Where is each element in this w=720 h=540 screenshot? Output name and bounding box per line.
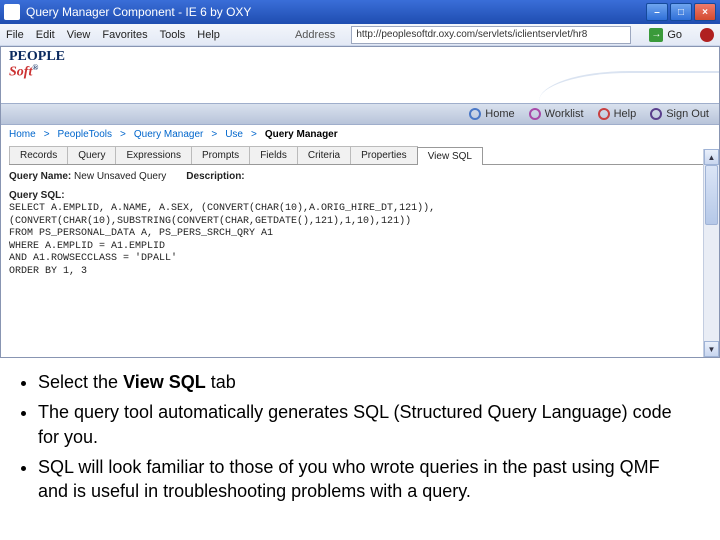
go-label: Go [667, 29, 682, 41]
query-name-value: New Unsaved Query [74, 171, 166, 182]
help-icon [598, 108, 610, 120]
query-name-label: Query Name: [9, 171, 71, 182]
close-button[interactable]: × [694, 3, 716, 21]
note-3: SQL will look familiar to those of you w… [38, 455, 694, 504]
banner-decoration [539, 71, 719, 101]
topnav-signout-label: Sign Out [666, 108, 709, 120]
page-body: Home> PeopleTools> Query Manager> Use> Q… [1, 125, 719, 335]
tab-fields[interactable]: Fields [249, 146, 298, 164]
menu-help[interactable]: Help [197, 29, 220, 41]
address-label: Address [295, 29, 335, 41]
vertical-scrollbar[interactable]: ▲ ▼ [703, 149, 719, 357]
scroll-track[interactable] [704, 165, 719, 341]
scroll-down-button[interactable]: ▼ [704, 341, 719, 357]
menu-file[interactable]: File [6, 29, 24, 41]
note-2: The query tool automatically generates S… [38, 400, 694, 449]
tab-records[interactable]: Records [9, 146, 68, 164]
crumb-current: Query Manager [265, 129, 338, 140]
menubar: File Edit View Favorites Tools Help Addr… [0, 24, 720, 46]
topnav-help[interactable]: Help [598, 108, 637, 120]
tab-view-sql[interactable]: View SQL [417, 147, 483, 165]
topnav-home[interactable]: Home [469, 108, 514, 120]
tab-properties[interactable]: Properties [350, 146, 418, 164]
window-controls: – □ × [646, 3, 716, 21]
topnav-help-label: Help [614, 108, 637, 120]
topnav-home-label: Home [485, 108, 514, 120]
note-1-bold: View SQL [123, 372, 206, 392]
slide-notes: Select the View SQL tab The query tool a… [0, 358, 720, 521]
menu-tools[interactable]: Tools [160, 29, 186, 41]
menu-view[interactable]: View [67, 29, 91, 41]
logo-reg: ® [32, 63, 38, 72]
scroll-up-button[interactable]: ▲ [704, 149, 719, 165]
crumb-home[interactable]: Home [9, 129, 36, 140]
tabstrip: Records Query Expressions Prompts Fields… [9, 146, 711, 165]
worklist-icon [529, 108, 541, 120]
ie-icon [4, 4, 20, 20]
address-input[interactable]: http://peoplesoftdr.oxy.com/servlets/icl… [351, 26, 631, 44]
window-title: Query Manager Component - IE 6 by OXY [26, 5, 251, 19]
maximize-button[interactable]: □ [670, 3, 692, 21]
tab-prompts[interactable]: Prompts [191, 146, 250, 164]
scroll-thumb[interactable] [705, 165, 718, 225]
menu-favorites[interactable]: Favorites [102, 29, 147, 41]
logo-line2: Soft [9, 64, 32, 79]
app-banner: PEOPLE Soft® [1, 47, 719, 103]
home-icon [469, 108, 481, 120]
query-desc-label: Description: [186, 171, 244, 182]
go-arrow-icon: → [649, 28, 663, 42]
minimize-button[interactable]: – [646, 3, 668, 21]
breadcrumb: Home> PeopleTools> Query Manager> Use> Q… [9, 129, 711, 142]
tab-expressions[interactable]: Expressions [115, 146, 191, 164]
tab-query[interactable]: Query [67, 146, 116, 164]
browser-viewport: PEOPLE Soft® Home Worklist Help Sign Out… [0, 46, 720, 358]
crumb-peopletools[interactable]: PeopleTools [58, 129, 112, 140]
sql-label: Query SQL: [9, 190, 711, 201]
note-1: Select the View SQL tab [38, 370, 694, 394]
note-1-pre: Select the [38, 372, 123, 392]
crumb-use[interactable]: Use [225, 129, 243, 140]
topnav: Home Worklist Help Sign Out [1, 103, 719, 125]
signout-icon [650, 108, 662, 120]
window-titlebar: Query Manager Component - IE 6 by OXY – … [0, 0, 720, 24]
menu-edit[interactable]: Edit [36, 29, 55, 41]
sql-text: SELECT A.EMPLID, A.NAME, A.SEX, (CONVERT… [9, 201, 711, 278]
tab-criteria[interactable]: Criteria [297, 146, 351, 164]
peoplesoft-logo: PEOPLE Soft® [9, 51, 65, 79]
topnav-worklist[interactable]: Worklist [529, 108, 584, 120]
topnav-signout[interactable]: Sign Out [650, 108, 709, 120]
go-button[interactable]: → Go [649, 28, 682, 42]
note-1-post: tab [206, 372, 236, 392]
links-icon[interactable] [700, 28, 714, 42]
topnav-worklist-label: Worklist [545, 108, 584, 120]
query-meta-row: Query Name: New Unsaved Query Descriptio… [9, 165, 711, 186]
crumb-qmgr[interactable]: Query Manager [134, 129, 203, 140]
